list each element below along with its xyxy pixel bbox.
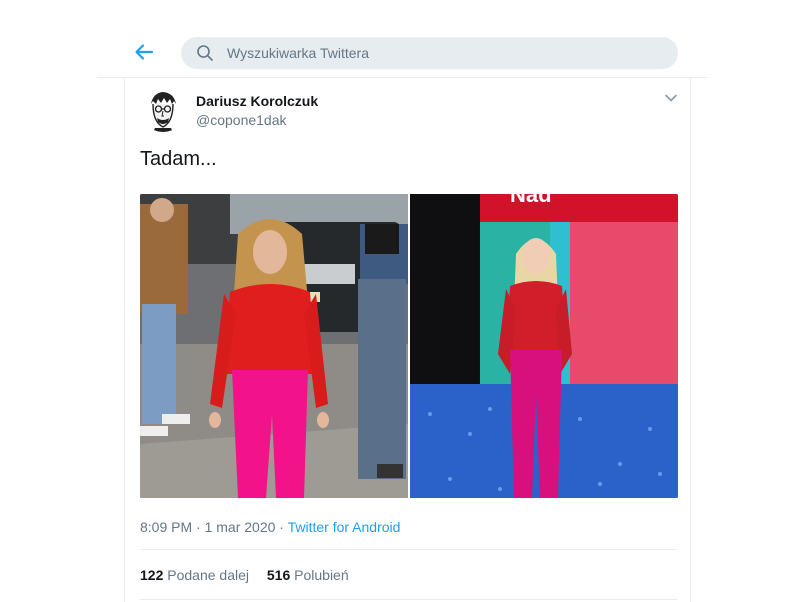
chevron-down-icon [665, 94, 677, 102]
tweet-media: Nad [140, 194, 678, 498]
arrow-left-icon [135, 44, 154, 60]
retweets-count: 122 [140, 567, 164, 583]
author-handle[interactable]: @copone1dak [196, 112, 287, 128]
divider [140, 549, 677, 550]
tweet-menu-button[interactable] [664, 91, 678, 105]
avatar[interactable] [141, 88, 185, 132]
likes-label: Polubień [294, 567, 349, 583]
tweet-meta: 8:09 PM · 1 mar 2020 · Twitter for Andro… [140, 519, 400, 535]
search-icon [197, 45, 213, 61]
tweet-text: Tadam... [140, 148, 217, 170]
back-button[interactable] [132, 40, 156, 64]
search-box[interactable] [181, 37, 678, 69]
tweet-photo-2[interactable]: Nad [410, 194, 678, 498]
tweet-photo-1[interactable] [140, 194, 408, 498]
retweets-stat[interactable]: 122 Podane dalej [140, 567, 249, 583]
tweet-stats: 122 Podane dalej 516 Polubień [140, 567, 363, 583]
retweets-label: Podane dalej [167, 567, 249, 583]
tweet-card: Dariusz Korolczuk @copone1dak Tadam... N… [124, 78, 691, 602]
divider [140, 599, 677, 600]
likes-stat[interactable]: 516 Polubień [267, 567, 349, 583]
tweet-timestamp[interactable]: 8:09 PM · 1 mar 2020 [140, 519, 275, 535]
likes-count: 516 [266, 567, 291, 583]
tweet-source-link[interactable]: Twitter for Android [288, 519, 401, 535]
search-input[interactable] [227, 37, 657, 69]
svg-text:Nad: Nad [510, 194, 552, 207]
author-display-name[interactable]: Dariusz Korolczuk [196, 93, 318, 109]
meta-separator: · [275, 519, 288, 535]
top-bar [0, 0, 805, 78]
photo-woman-red-blouse-pink-pants-street [140, 194, 408, 498]
avatar-caricature-icon [141, 88, 185, 132]
photo-woman-red-blouse-pink-pants-stage: Nad [410, 194, 678, 498]
